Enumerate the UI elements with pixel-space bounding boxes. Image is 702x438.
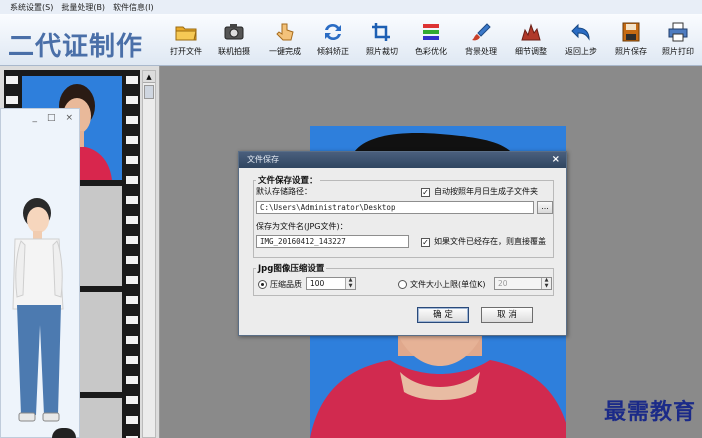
menu-software-info[interactable]: 软件信息(I)	[113, 2, 154, 13]
scroll-up-arrow[interactable]: ▲	[143, 71, 155, 83]
color-optimize-label: 色彩优化	[415, 47, 447, 56]
default-path-label: 默认存储路径：	[256, 187, 312, 196]
toolbar: 二代证制作 打开文件 联机拍摄 一键完成 倾斜矫正 照片裁切 色彩优化 背景处理…	[0, 14, 702, 66]
one-click-finish-label: 一键完成	[269, 47, 301, 56]
dialog-titlebar: 文件保存 ×	[239, 152, 566, 168]
app-title: 二代证制作	[8, 32, 144, 62]
quality-radio[interactable]	[258, 280, 267, 289]
save-path-input[interactable]: C:\Users\Administrator\Desktop	[256, 201, 534, 214]
quality-spin-arrows[interactable]: ▲ ▼	[345, 277, 355, 289]
printer-icon	[668, 22, 688, 42]
photo-crop-button[interactable]: 照片裁切	[356, 22, 408, 62]
assistant-avatar-window: _ □ ×	[0, 108, 80, 438]
undo-icon	[571, 23, 590, 41]
filesize-spinbox[interactable]: 20 ▲ ▼	[494, 277, 552, 290]
folder-icon	[175, 26, 197, 41]
jpg-compression-title: Jpg图像压缩设置	[256, 262, 327, 274]
filesize-radio[interactable]	[398, 280, 407, 289]
thumbnail-scrollbar[interactable]: ▲	[142, 70, 156, 438]
filename-label: 保存为文件名(JPG文件)：	[256, 222, 348, 231]
camera-icon	[224, 24, 244, 40]
undo-button[interactable]: 返回上步	[555, 22, 607, 62]
color-optimize-button[interactable]: 色彩优化	[405, 22, 457, 62]
overwrite-checkbox[interactable]: ✓	[421, 238, 430, 247]
rotate-arrows-icon	[325, 23, 341, 41]
histogram-icon	[521, 23, 541, 41]
close-button[interactable]: ×	[65, 113, 73, 123]
background-process-button[interactable]: 背景处理	[455, 22, 507, 62]
hand-pointer-icon	[276, 23, 294, 41]
auto-subfolder-checkbox[interactable]: ✓	[421, 188, 430, 197]
photo-crop-label: 照片裁切	[366, 47, 398, 56]
browse-button[interactable]: ...	[537, 201, 553, 214]
brush-icon	[472, 23, 491, 41]
save-settings-group: 文件保存设置： 默认存储路径： ✓ 自动按照年月日生成子文件夹 C:\Users…	[253, 174, 554, 258]
save-photo-label: 照片保存	[615, 47, 647, 56]
jpg-compression-group: Jpg图像压缩设置 压缩品质 100 ▲ ▼ 文件大小上限(单位K) 20 ▲ ▼	[253, 262, 554, 296]
tethered-shoot-label: 联机拍摄	[218, 47, 250, 56]
save-disk-icon	[622, 22, 640, 42]
dialog-title: 文件保存	[247, 155, 279, 164]
scroll-thumb[interactable]	[144, 85, 154, 99]
menu-batch-processing[interactable]: 批量处理(B)	[61, 2, 105, 13]
color-bars-icon	[423, 24, 439, 40]
open-file-label: 打开文件	[170, 47, 202, 56]
save-settings-title: 文件保存设置：	[256, 174, 320, 186]
cartoon-avatar-figure	[12, 198, 64, 422]
ok-button[interactable]: 确 定	[417, 307, 469, 323]
menu-bar: 系统设置(S) 批量处理(B) 软件信息(I)	[0, 0, 702, 14]
save-photo-button[interactable]: 照片保存	[605, 22, 657, 62]
round-badge-icon	[52, 428, 76, 438]
overwrite-label: 如果文件已经存在，则直接覆盖	[434, 237, 546, 246]
maximize-button[interactable]: □	[47, 113, 56, 123]
filesize-label: 文件大小上限(单位K)	[410, 280, 486, 289]
cancel-button[interactable]: 取 消	[481, 307, 533, 323]
menu-system-settings[interactable]: 系统设置(S)	[10, 2, 53, 13]
avatar-window-titlebar: _ □ ×	[1, 109, 79, 127]
background-process-label: 背景处理	[465, 47, 497, 56]
undo-label: 返回上步	[565, 47, 597, 56]
auto-subfolder-label: 自动按照年月日生成子文件夹	[434, 187, 538, 196]
filesize-spin-arrows[interactable]: ▲ ▼	[541, 277, 551, 289]
tilt-correction-button[interactable]: 倾斜矫正	[307, 22, 359, 62]
minimize-button[interactable]: _	[32, 113, 37, 123]
tethered-shoot-button[interactable]: 联机拍摄	[208, 22, 260, 62]
quality-label: 压缩品质	[270, 280, 302, 289]
watermark-text: 最需教育	[603, 399, 696, 425]
detail-adjust-label: 细节调整	[515, 47, 547, 56]
open-file-button[interactable]: 打开文件	[160, 22, 212, 62]
crop-icon	[372, 23, 390, 41]
print-photo-label: 照片打印	[662, 47, 694, 56]
tilt-correction-label: 倾斜矫正	[317, 47, 349, 56]
filename-input[interactable]: IMG_20160412_143227	[256, 235, 409, 248]
save-file-dialog: 文件保存 × 文件保存设置： 默认存储路径： ✓ 自动按照年月日生成子文件夹 C…	[238, 151, 567, 336]
print-photo-button[interactable]: 照片打印	[652, 22, 702, 62]
detail-adjust-button[interactable]: 细节调整	[505, 22, 557, 62]
quality-spinbox[interactable]: 100 ▲ ▼	[306, 277, 356, 290]
dialog-close-button[interactable]: ×	[552, 152, 560, 168]
one-click-finish-button[interactable]: 一键完成	[259, 22, 311, 62]
